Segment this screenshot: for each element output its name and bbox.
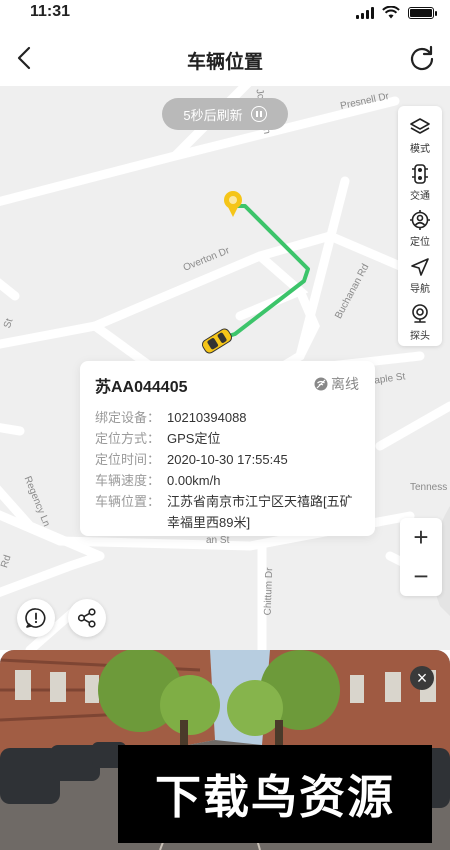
locate-icon: [410, 210, 430, 231]
car-icon[interactable]: [198, 326, 236, 356]
detail-value: GPS定位: [167, 431, 221, 446]
detail-row: 定位方式： GPS定位: [95, 428, 360, 449]
detail-value: 10210394088: [167, 410, 247, 425]
close-street-view-button[interactable]: ×: [410, 666, 434, 690]
layers-icon: [410, 118, 430, 134]
refresh-icon[interactable]: [408, 44, 436, 72]
street-label: Chittum Dr: [262, 567, 276, 616]
tool-locate[interactable]: 定位: [398, 206, 442, 253]
page-title: 车辆位置: [186, 52, 263, 73]
tool-label: 定位: [410, 237, 430, 249]
street-view-panel[interactable]: × 下载鸟资源: [0, 650, 450, 850]
status-text: 离线: [331, 376, 359, 392]
detail-key: 定位时间：: [95, 452, 161, 467]
refresh-countdown-pill[interactable]: 5秒后刷新: [162, 98, 288, 130]
detail-row: 定位时间： 2020-10-30 17:55:45: [95, 449, 360, 470]
tool-traffic[interactable]: 交通: [398, 159, 442, 206]
street-label: an St: [206, 535, 230, 546]
detail-value: 江苏省南京市江宁区天禧路[五矿幸福里西89米]: [167, 494, 353, 530]
detail-row: 车辆位置： 江苏省南京市江宁区天禧路[五矿幸福里西89米]: [95, 491, 360, 533]
zoom-controls: + −: [400, 518, 442, 596]
report-button[interactable]: [17, 599, 55, 637]
vehicle-details: 绑定设备： 10210394088 定位方式： GPS定位 定位时间： 2020…: [95, 407, 360, 533]
navigation-icon: [411, 258, 429, 277]
watermark: 下载鸟资源: [118, 745, 432, 843]
offline-icon: [314, 377, 328, 391]
share-button[interactable]: [68, 599, 106, 637]
detail-row: 绑定设备： 10210394088: [95, 407, 360, 428]
tool-camera[interactable]: 探头: [398, 299, 442, 346]
signal-icon: [356, 6, 374, 19]
detail-row: 车辆速度： 0.00km/h: [95, 470, 360, 491]
status-icons: [356, 6, 437, 19]
tool-mode[interactable]: 模式: [398, 112, 442, 159]
refresh-countdown-text: 5秒后刷新: [183, 107, 243, 123]
traffic-light-icon: [412, 163, 428, 184]
tool-label: 探头: [410, 331, 430, 343]
pause-icon[interactable]: [250, 106, 267, 122]
status-time: 11:31: [30, 3, 71, 20]
status-badge: 离线: [314, 374, 359, 394]
zoom-out-button[interactable]: −: [400, 557, 442, 596]
detail-key: 车辆速度：: [95, 473, 161, 488]
share-icon: [77, 608, 96, 628]
zoom-in-button[interactable]: +: [400, 518, 442, 557]
detail-key: 车辆位置：: [95, 494, 161, 509]
camera-icon: [412, 304, 428, 323]
vehicle-info-card[interactable]: 苏AA044405 离线 绑定设备： 10210394088 定位方式： GPS…: [80, 361, 375, 536]
alert-icon: [25, 608, 46, 628]
map-view[interactable]: Overton Dr Buchanan Rd Presnell Dr Jougl…: [0, 86, 450, 650]
tool-label: 交通: [410, 190, 430, 202]
detail-value: 2020-10-30 17:55:45: [167, 452, 288, 467]
battery-icon: [408, 6, 437, 19]
location-pin-icon: [224, 191, 242, 217]
tool-label: 模式: [410, 143, 430, 155]
street-label: Tenness: [410, 482, 448, 493]
status-bar: 11:31: [0, 0, 450, 30]
detail-key: 定位方式：: [95, 431, 161, 446]
detail-value: 0.00km/h: [167, 473, 221, 488]
map-toolbar: 模式 交通 定位 导航 探头: [398, 106, 442, 346]
tool-label: 导航: [410, 284, 430, 296]
wifi-icon: [382, 6, 400, 19]
tool-navigate[interactable]: 导航: [398, 252, 442, 299]
header: 车辆位置: [0, 30, 450, 86]
detail-key: 绑定设备：: [95, 410, 161, 425]
